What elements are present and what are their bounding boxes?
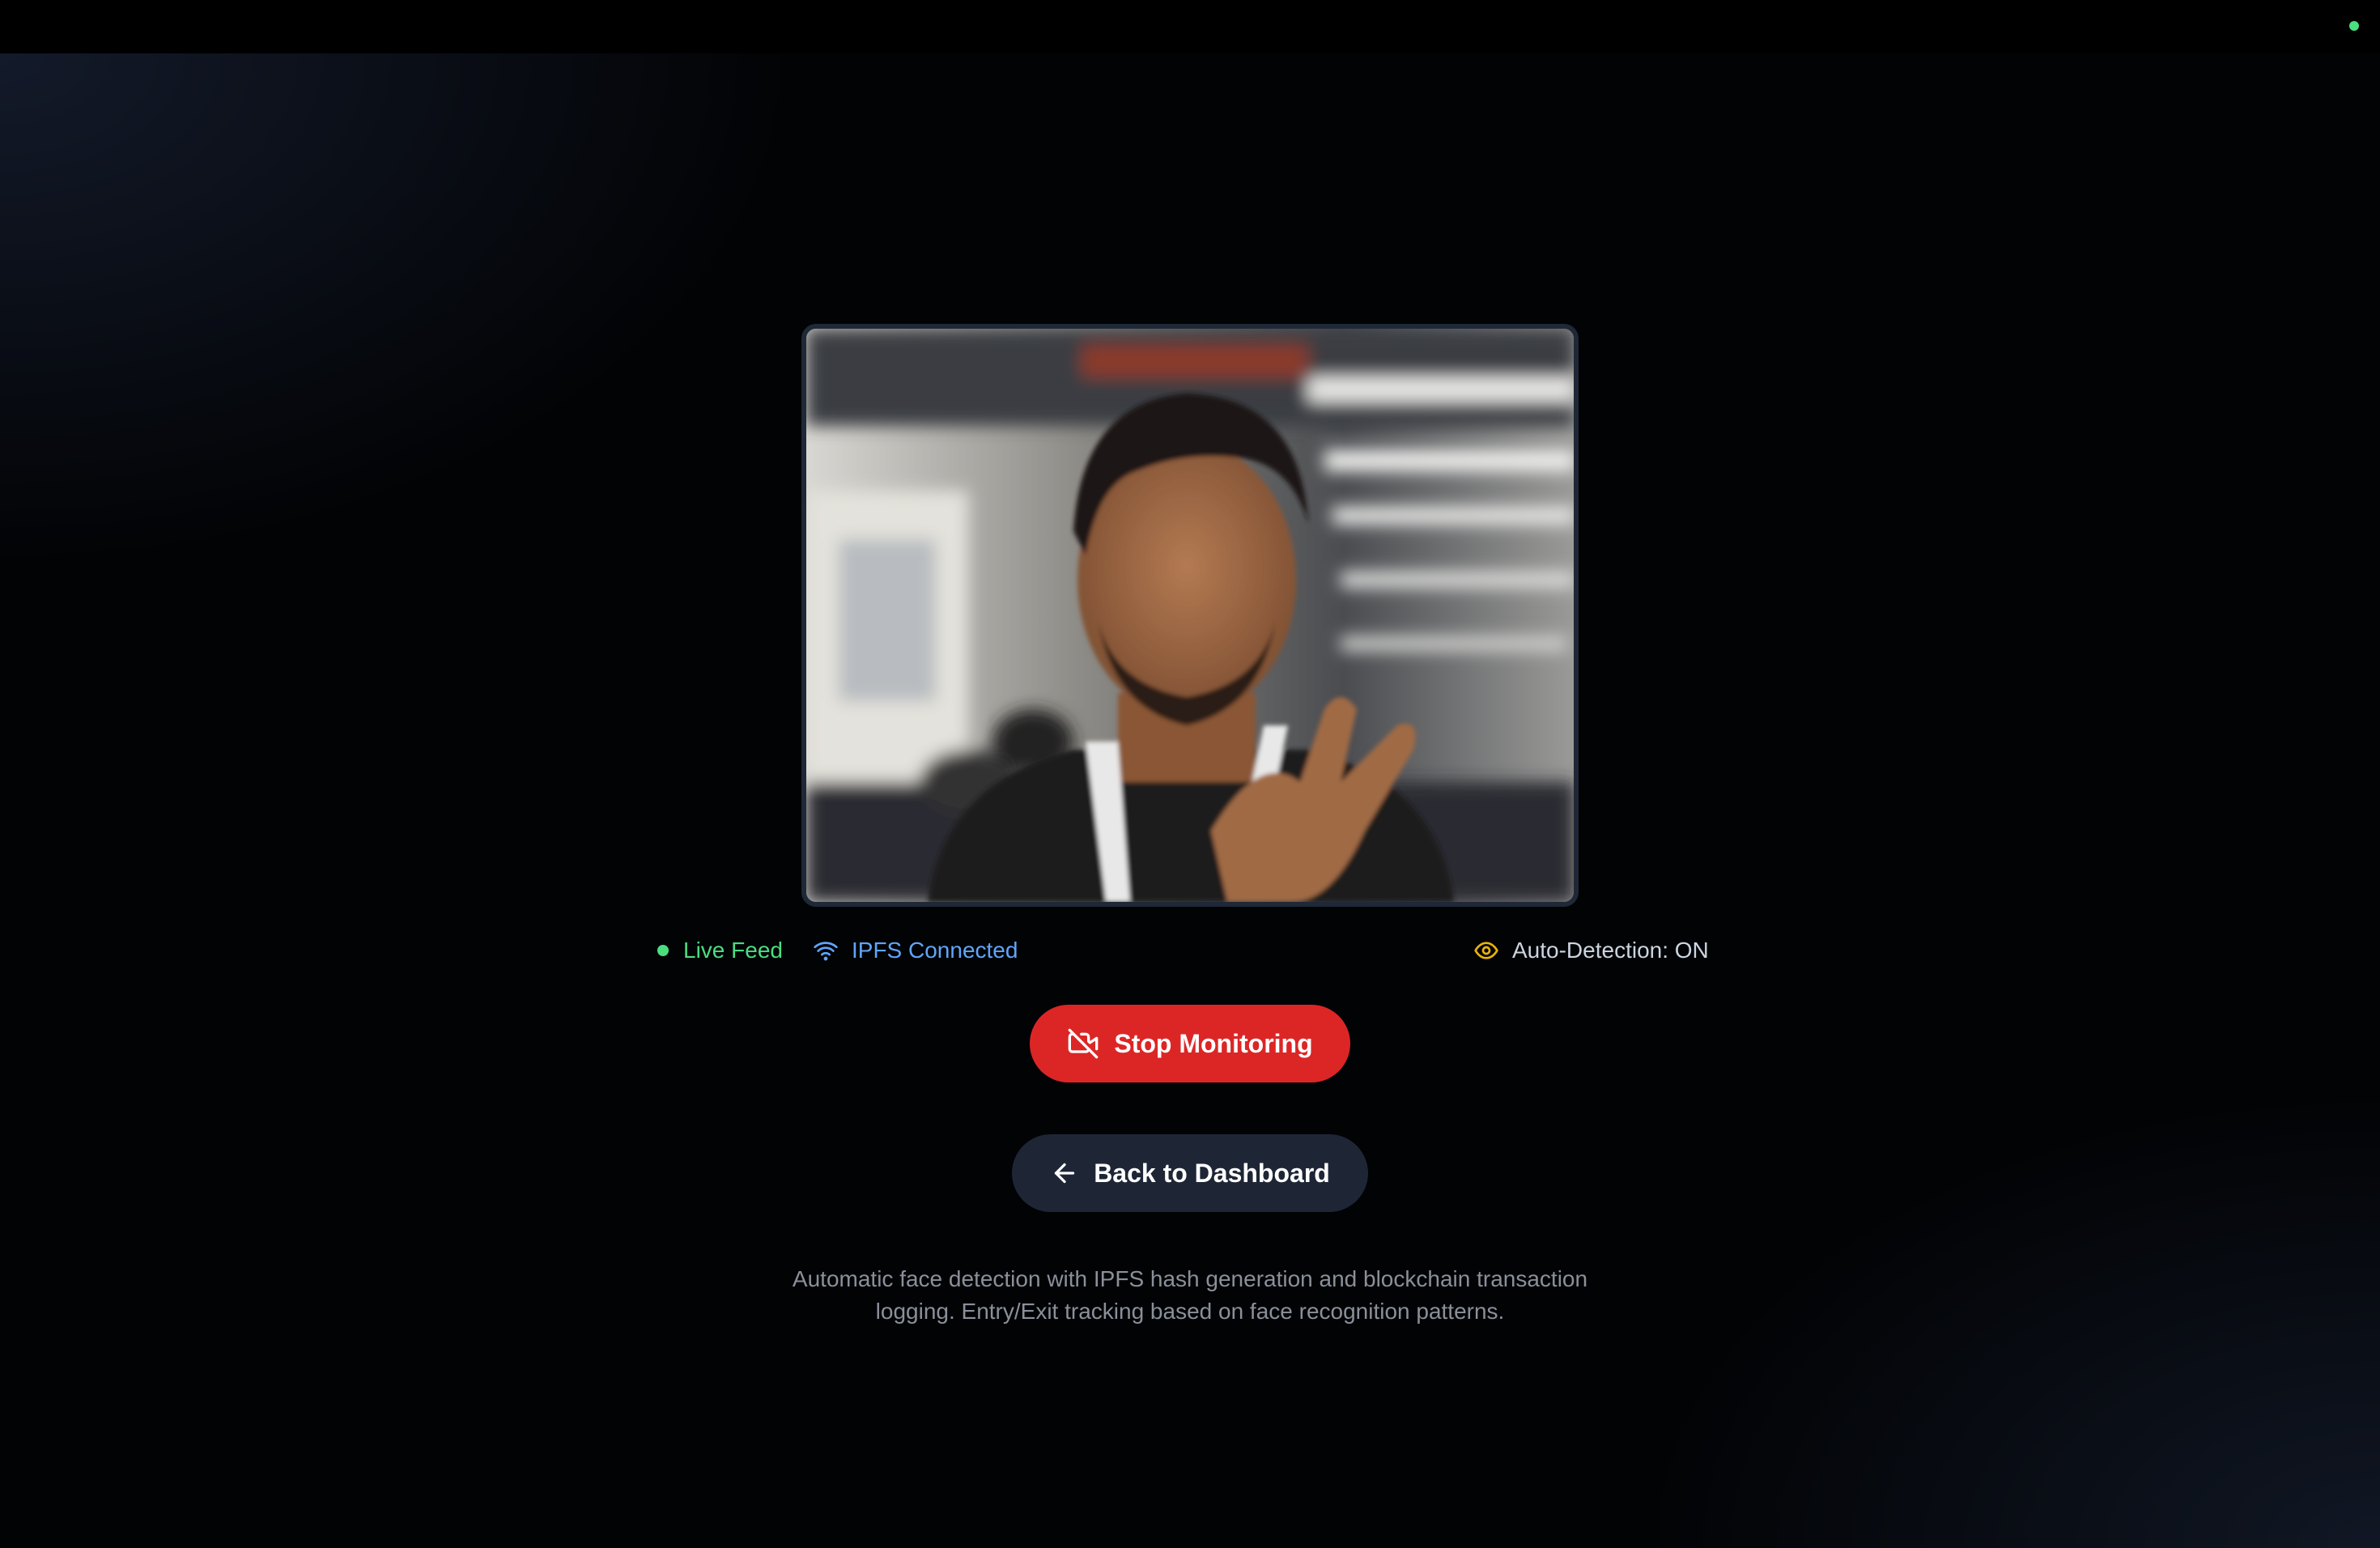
wifi-icon — [813, 938, 839, 963]
camera-feed — [801, 324, 1579, 907]
stop-monitoring-label: Stop Monitoring — [1114, 1028, 1313, 1058]
auto-detection-label: Auto-Detection: ON — [1512, 938, 1709, 963]
back-to-dashboard-label: Back to Dashboard — [1094, 1158, 1330, 1188]
live-feed-label: Live Feed — [683, 938, 783, 963]
live-feed-indicator: Live Feed — [657, 931, 783, 970]
caption-line-1: Automatic face detection with IPFS hash … — [792, 1266, 1588, 1291]
top-bar — [0, 0, 2380, 53]
ipfs-indicator: IPFS Connected — [813, 931, 1018, 970]
arrow-left-icon — [1050, 1159, 1079, 1188]
camera-feed-image — [806, 329, 1574, 902]
auto-detection-indicator: Auto-Detection: ON — [1473, 931, 1709, 970]
ipfs-label: IPFS Connected — [852, 938, 1018, 963]
status-row: Live Feed IPFS Connected Auto-Detection:… — [0, 931, 2380, 970]
live-dot-icon — [657, 945, 669, 956]
caption-line-2: logging. Entry/Exit tracking based on fa… — [875, 1299, 1505, 1324]
video-off-icon — [1067, 1027, 1099, 1060]
stop-monitoring-button[interactable]: Stop Monitoring — [1030, 1005, 1350, 1082]
back-to-dashboard-button[interactable]: Back to Dashboard — [1012, 1134, 1368, 1212]
connection-status-dot — [2349, 21, 2359, 31]
description-caption: Automatic face detection with IPFS hash … — [745, 1263, 1635, 1328]
eye-icon — [1473, 938, 1499, 963]
